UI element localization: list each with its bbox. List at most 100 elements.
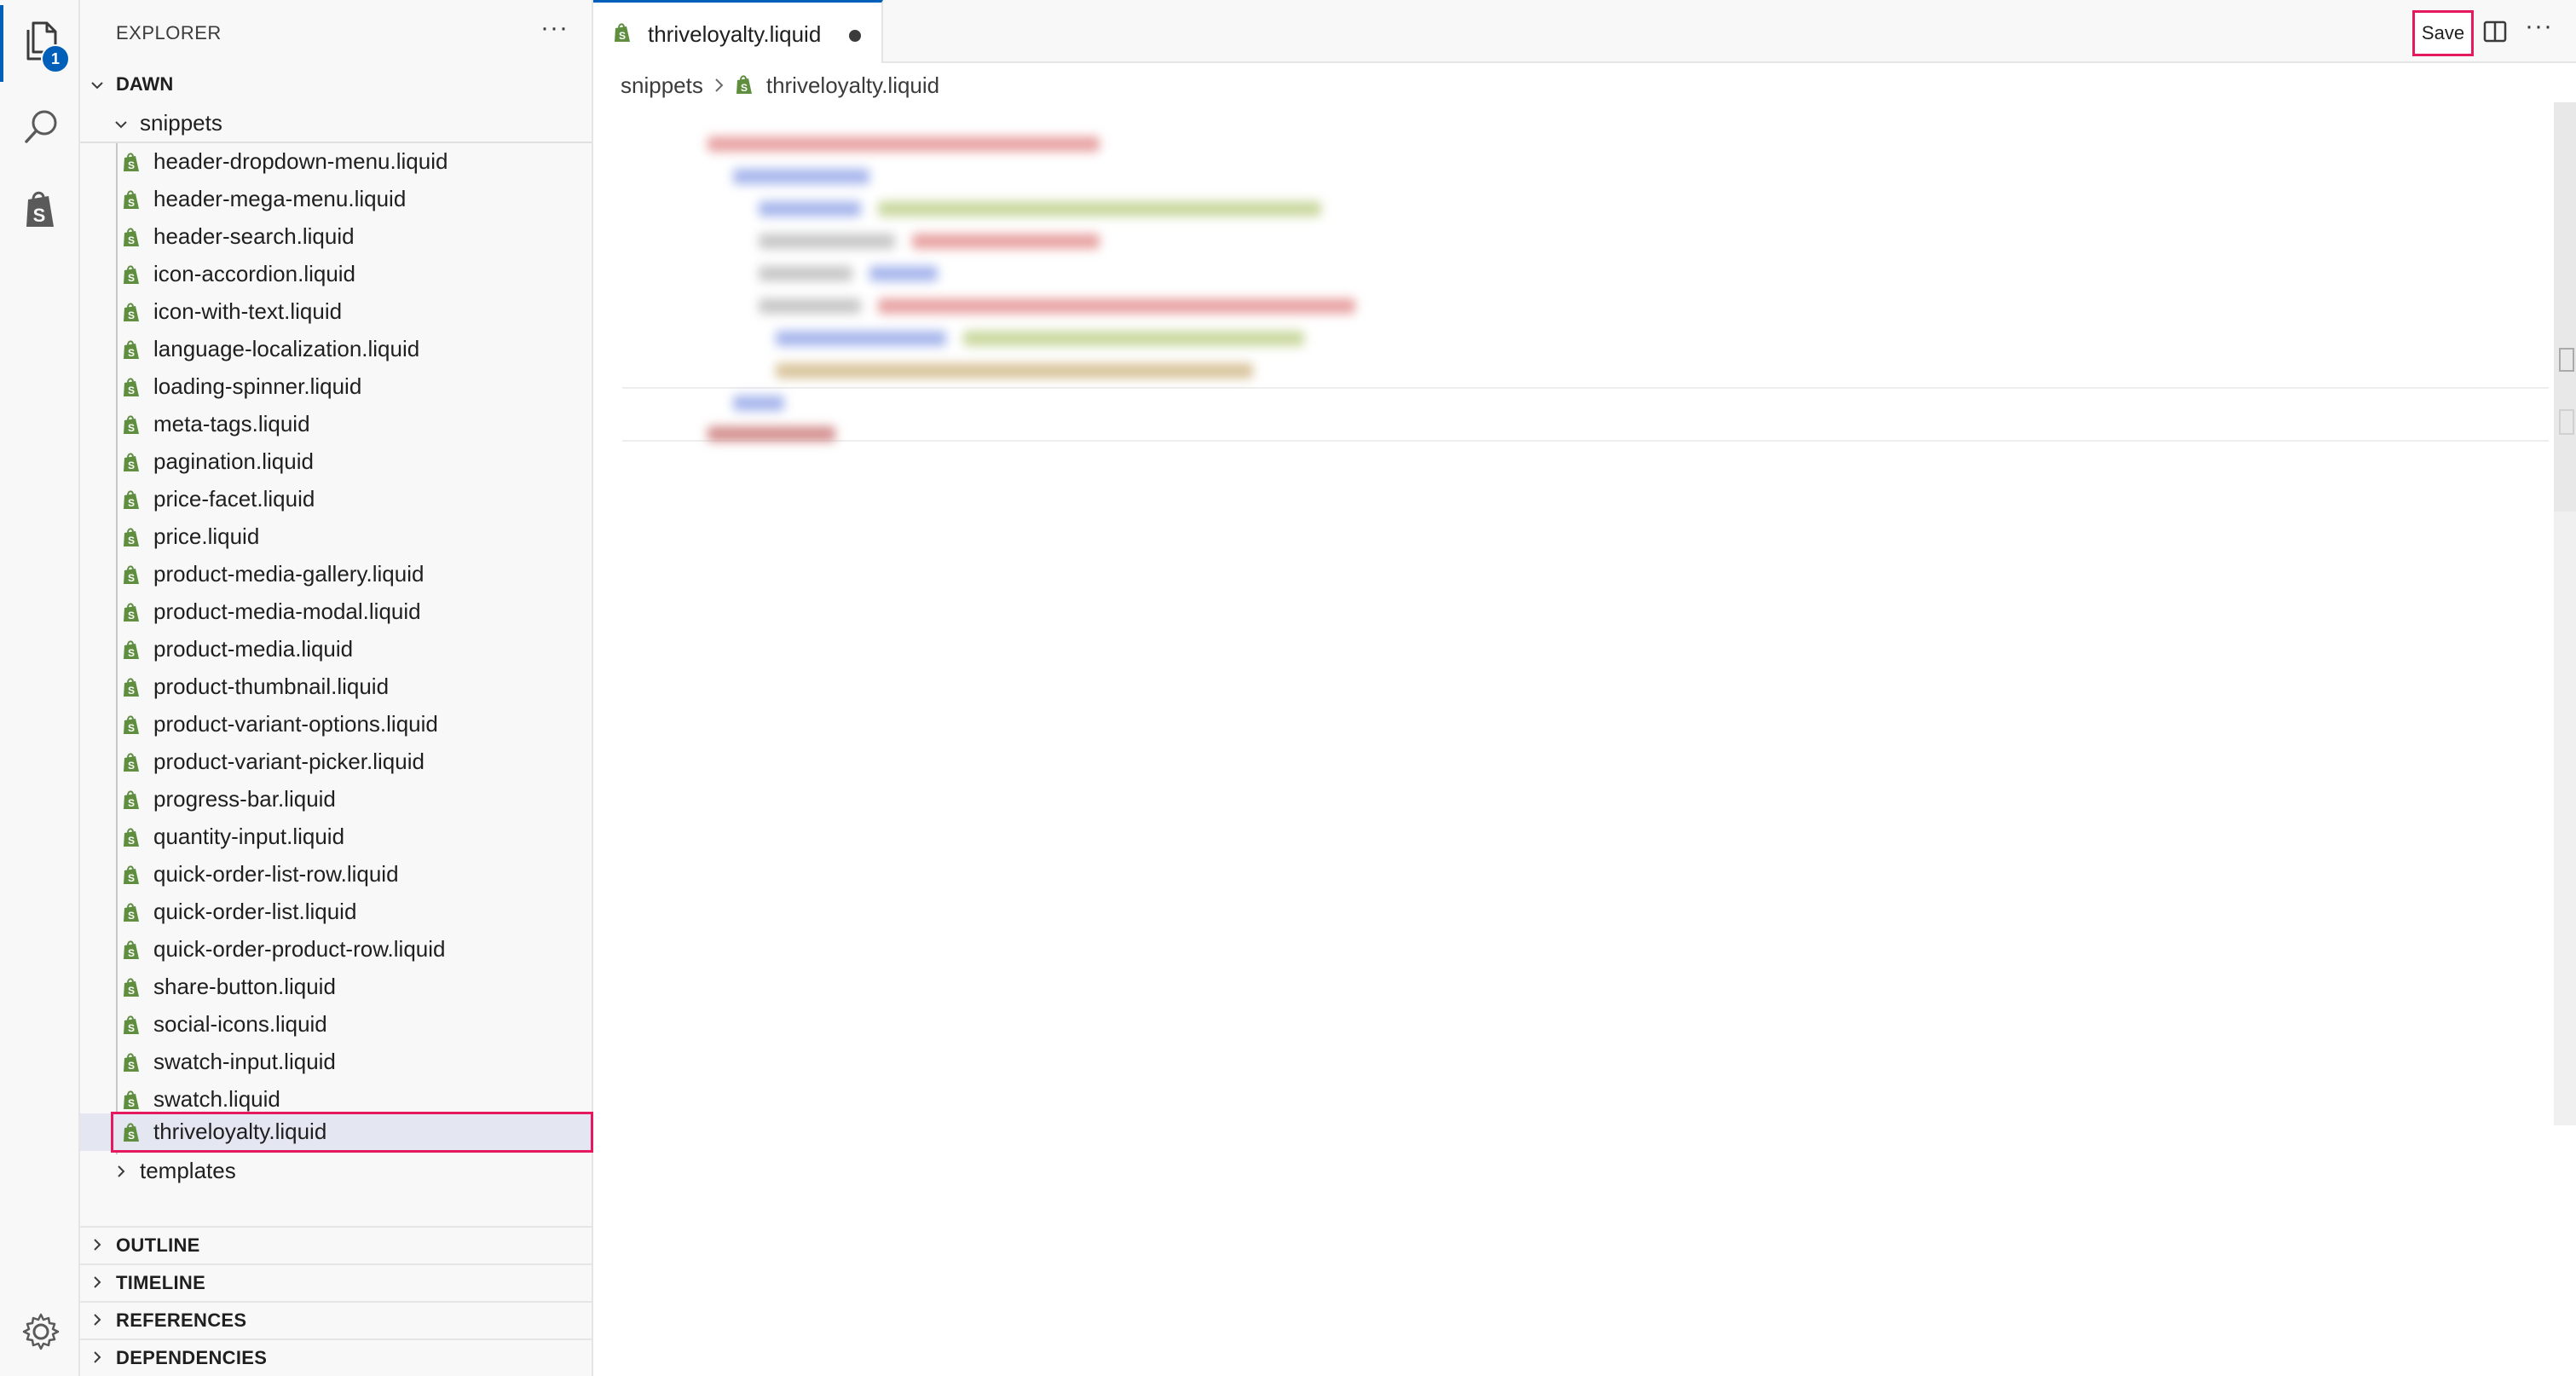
shopify-liquid-icon: S	[123, 753, 142, 773]
save-button[interactable]: Save	[2412, 10, 2474, 56]
file-row[interactable]: Sproduct-media-modal.liquid	[80, 593, 592, 631]
svg-text:S: S	[128, 610, 135, 622]
explorer-title: EXPLORER	[116, 22, 222, 43]
file-label: header-mega-menu.liquid	[153, 186, 407, 211]
shopify-liquid-icon: S	[123, 903, 142, 923]
shopify-liquid-icon: S	[123, 1053, 142, 1073]
svg-text:S: S	[128, 384, 135, 396]
settings-gear-icon[interactable]	[19, 1310, 63, 1354]
file-label: language-localization.liquid	[153, 336, 420, 361]
file-label: quick-order-product-row.liquid	[153, 936, 446, 962]
file-row[interactable]: Sproduct-variant-picker.liquid	[80, 743, 592, 781]
file-row[interactable]: Squantity-input.liquid	[80, 818, 592, 856]
svg-text:S: S	[128, 1022, 135, 1034]
file-row[interactable]: Sproduct-media-gallery.liquid	[80, 556, 592, 593]
shopify-liquid-icon: S	[123, 828, 142, 848]
shopify-liquid-icon: S	[123, 715, 142, 736]
file-row[interactable]: Sprogress-bar.liquid	[80, 781, 592, 818]
activity-bar: 1 S	[0, 0, 80, 1376]
file-label: product-media-modal.liquid	[153, 598, 421, 624]
file-row[interactable]: Squick-order-list-row.liquid	[80, 856, 592, 893]
file-row[interactable]: Sloading-spinner.liquid	[80, 368, 592, 406]
svg-text:S: S	[128, 535, 135, 546]
breadcrumb-file[interactable]: thriveloyalty.liquid	[766, 72, 939, 99]
section-dependencies[interactable]: DEPENDENCIES	[80, 1338, 592, 1376]
split-editor-icon[interactable]	[2482, 19, 2508, 44]
svg-text:S: S	[128, 234, 135, 246]
breadcrumb: snippets S thriveloyalty.liquid	[621, 68, 939, 102]
section-label: REFERENCES	[116, 1310, 247, 1331]
shopify-liquid-icon: S	[736, 75, 754, 95]
svg-text:S: S	[128, 460, 135, 471]
folder-snippets[interactable]: snippets	[80, 106, 592, 140]
active-indicator	[0, 5, 3, 82]
file-row[interactable]: Squick-order-product-row.liquid	[80, 931, 592, 968]
search-icon[interactable]	[19, 104, 63, 148]
shopify-liquid-icon: S	[123, 565, 142, 586]
file-row[interactable]: Sheader-search.liquid	[80, 218, 592, 256]
svg-text:S: S	[619, 30, 626, 42]
file-row[interactable]: Sheader-mega-menu.liquid	[80, 181, 592, 218]
file-row[interactable]: Sproduct-variant-options.liquid	[80, 706, 592, 743]
file-row[interactable]: Sheader-dropdown-menu.liquid	[80, 143, 592, 181]
file-row[interactable]: Sicon-accordion.liquid	[80, 256, 592, 293]
svg-text:S: S	[128, 347, 135, 359]
tab-thriveloyalty[interactable]: S thriveloyalty.liquid	[593, 0, 883, 63]
shopify-liquid-icon: S	[123, 415, 142, 436]
file-row[interactable]: Sproduct-media.liquid	[80, 631, 592, 668]
file-row[interactable]: Squick-order-list.liquid	[80, 893, 592, 931]
file-label: product-variant-options.liquid	[153, 711, 438, 737]
file-row[interactable]: Sprice-facet.liquid	[80, 481, 592, 518]
file-label: meta-tags.liquid	[153, 411, 310, 437]
file-label: header-dropdown-menu.liquid	[153, 148, 448, 174]
svg-text:S: S	[128, 797, 135, 809]
file-label: product-variant-picker.liquid	[153, 749, 425, 774]
workspace-root[interactable]: DAWN	[80, 68, 592, 102]
explorer-more-actions-icon[interactable]: ···	[540, 14, 569, 43]
svg-text:S: S	[128, 647, 135, 659]
shopify-liquid-icon: S	[123, 303, 142, 323]
section-references[interactable]: REFERENCES	[80, 1301, 592, 1338]
file-row[interactable]: Sproduct-thumbnail.liquid	[80, 668, 592, 706]
shopify-icon[interactable]: S	[19, 188, 63, 232]
file-row[interactable]: Sswatch-input.liquid	[80, 1044, 592, 1081]
section-label: TIMELINE	[116, 1272, 206, 1293]
blurred-code-content[interactable]	[622, 119, 2549, 460]
file-label: product-media.liquid	[153, 636, 354, 662]
file-row[interactable]: Ssocial-icons.liquid	[80, 1006, 592, 1044]
file-row[interactable]: Sprice.liquid	[80, 518, 592, 556]
file-row[interactable]: Smeta-tags.liquid	[80, 406, 592, 443]
folder-templates[interactable]: templates	[80, 1153, 592, 1190]
file-row[interactable]: Slanguage-localization.liquid	[80, 331, 592, 368]
file-label: progress-bar.liquid	[153, 786, 336, 812]
svg-text:S: S	[128, 760, 135, 772]
breadcrumb-folder[interactable]: snippets	[621, 72, 703, 99]
unsaved-dot-icon[interactable]	[849, 30, 861, 42]
scrollbar-thumb[interactable]	[2554, 102, 2576, 512]
chevron-right-icon	[114, 1165, 128, 1178]
file-row[interactable]: Sicon-with-text.liquid	[80, 293, 592, 331]
notification-badge: 1	[41, 44, 70, 73]
file-row[interactable]: Spagination.liquid	[80, 443, 592, 481]
file-label: icon-with-text.liquid	[153, 298, 343, 324]
file-row[interactable]: Sshare-button.liquid	[80, 968, 592, 1006]
chevron-right-icon	[90, 1275, 104, 1289]
svg-text:S: S	[128, 309, 135, 321]
shopify-liquid-icon: S	[123, 490, 142, 511]
workspace-name: DAWN	[116, 73, 174, 95]
svg-text:S: S	[128, 1060, 135, 1072]
svg-text:S: S	[128, 572, 135, 584]
file-label: social-icons.liquid	[153, 1011, 327, 1037]
file-label: share-button.liquid	[153, 974, 336, 999]
file-label: pagination.liquid	[153, 448, 314, 474]
chevron-right-icon	[90, 1313, 104, 1327]
shopify-liquid-icon: S	[123, 378, 142, 398]
svg-text:S: S	[128, 985, 135, 997]
shopify-liquid-icon: S	[123, 678, 142, 698]
section-outline[interactable]: OUTLINE	[80, 1226, 592, 1263]
chevron-right-icon	[90, 1238, 104, 1252]
section-timeline[interactable]: TIMELINE	[80, 1263, 592, 1301]
folder-label: templates	[140, 1158, 236, 1183]
editor-more-actions-icon[interactable]: ···	[2525, 12, 2553, 41]
file-label: quick-order-list-row.liquid	[153, 861, 399, 887]
